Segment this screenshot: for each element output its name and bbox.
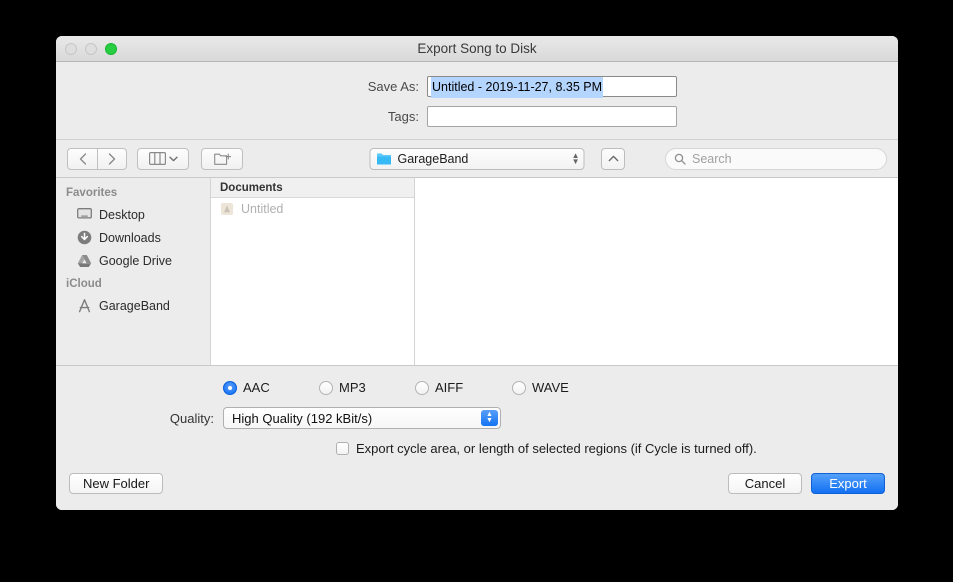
list-item[interactable]: Untitled — [211, 198, 414, 220]
sidebar-item-google-drive[interactable]: Google Drive — [56, 249, 210, 272]
tags-row: Tags: — [56, 106, 898, 127]
documents-column: Documents Untitled — [211, 178, 415, 365]
quality-value: High Quality (192 kBit/s) — [232, 410, 373, 426]
column-header: Documents — [211, 178, 414, 198]
location-label: GarageBand — [397, 151, 469, 166]
name-fields: Save As: Untitled - 2019-11-27, 8.35 PM … — [56, 62, 898, 139]
sidebar-item-label: GarageBand — [99, 298, 170, 313]
column-view-icon — [148, 152, 166, 165]
sidebar-section-icloud-header: iCloud — [66, 278, 102, 290]
quality-row: Quality: High Quality (192 kBit/s) ▲ ▼ — [56, 407, 898, 429]
export-song-dialog: Export Song to Disk Save As: Untitled - … — [56, 36, 898, 510]
google-drive-icon — [76, 253, 92, 269]
cycle-checkbox-label: Export cycle area, or length of selected… — [356, 441, 757, 456]
search-input[interactable]: Search — [692, 152, 732, 166]
close-button — [65, 43, 77, 55]
quality-select[interactable]: High Quality (192 kBit/s) ▲ ▼ — [223, 407, 501, 429]
file-browser: Favorites Desktop Downloads Google Drive… — [56, 177, 898, 366]
sidebar-item-label: Downloads — [99, 230, 161, 245]
file-name: Untitled — [241, 202, 284, 216]
cycle-checkbox[interactable] — [336, 442, 349, 455]
sidebar-item-desktop[interactable]: Desktop — [56, 203, 210, 226]
quality-label: Quality: — [169, 410, 214, 426]
window-title: Export Song to Disk — [417, 41, 537, 56]
location-popup-button[interactable]: GarageBand ▲ ▼ — [369, 147, 585, 170]
radio-option-aiff[interactable]: AIFF — [415, 380, 512, 395]
location-stepper-icon: ▲ ▼ — [571, 150, 580, 166]
sidebar: Favorites Desktop Downloads Google Drive… — [56, 178, 211, 365]
blue-folder-icon — [377, 153, 391, 164]
radio-option-wave[interactable]: WAVE — [512, 380, 569, 395]
radio-option-mp3[interactable]: MP3 — [319, 380, 415, 395]
tags-input[interactable] — [427, 106, 677, 127]
search-icon — [674, 153, 686, 165]
new-folder-button[interactable]: New Folder — [69, 472, 164, 494]
new-folder-icon — [213, 153, 231, 165]
view-mode-button[interactable] — [137, 147, 189, 170]
dialog-footer: New Folder Cancel Export — [56, 456, 898, 510]
chevron-down-icon — [168, 156, 178, 161]
cancel-button[interactable]: Cancel — [728, 472, 802, 494]
radio-indicator — [319, 380, 333, 395]
radio-indicator — [415, 380, 429, 395]
chevron-up-icon — [608, 155, 618, 162]
sidebar-section-favorites-header: Favorites — [66, 187, 118, 199]
save-as-row: Save As: Untitled - 2019-11-27, 8.35 PM — [56, 76, 898, 98]
select-stepper-icon: ▲ ▼ — [481, 410, 498, 426]
radio-label: MP3 — [339, 380, 366, 395]
finder-toolbar: GarageBand ▲ ▼ Search — [56, 139, 898, 177]
footer-actions: Cancel Export — [728, 472, 885, 494]
sidebar-item-garageband[interactable]: GarageBand — [56, 294, 210, 317]
garageband-app-icon — [76, 298, 92, 314]
radio-option-aac[interactable]: AAC — [223, 380, 319, 395]
sidebar-item-downloads[interactable]: Downloads — [56, 226, 210, 249]
format-row: AAC MP3 AIFF WAVE — [56, 380, 898, 395]
preview-pane — [415, 178, 898, 365]
back-button[interactable] — [67, 147, 97, 170]
radio-label: AAC — [243, 380, 270, 395]
desktop-icon — [76, 207, 92, 223]
window-controls — [65, 43, 117, 55]
export-button[interactable]: Export — [811, 472, 885, 494]
nav-button-group — [67, 147, 127, 170]
new-folder-toolbar-button[interactable] — [201, 147, 243, 170]
forward-button[interactable] — [97, 147, 127, 170]
save-as-input[interactable]: Untitled - 2019-11-27, 8.35 PM — [427, 76, 677, 98]
sidebar-item-label: Desktop — [99, 207, 145, 222]
format-radio-group: AAC MP3 AIFF WAVE — [223, 380, 569, 395]
save-as-value: Untitled - 2019-11-27, 8.35 PM — [431, 77, 604, 98]
sidebar-item-label: Google Drive — [99, 253, 172, 268]
tags-label: Tags: — [387, 109, 419, 124]
radio-label: WAVE — [532, 380, 569, 395]
collapse-panel-button[interactable] — [601, 147, 625, 170]
garageband-document-icon — [221, 203, 233, 215]
title-bar: Export Song to Disk — [56, 36, 898, 62]
cycle-checkbox-row[interactable]: Export cycle area, or length of selected… — [336, 441, 898, 456]
chevron-left-icon — [79, 152, 86, 165]
minimize-button — [85, 43, 97, 55]
radio-label: AIFF — [435, 380, 464, 395]
radio-indicator — [223, 380, 237, 395]
export-options: AAC MP3 AIFF WAVE Quality: High Quality … — [56, 366, 898, 456]
save-as-label: Save As: — [367, 79, 419, 94]
downloads-icon — [76, 230, 92, 246]
chevron-right-icon — [108, 152, 116, 165]
radio-indicator — [512, 380, 526, 395]
zoom-button[interactable] — [105, 43, 117, 55]
search-field[interactable]: Search — [665, 147, 887, 170]
